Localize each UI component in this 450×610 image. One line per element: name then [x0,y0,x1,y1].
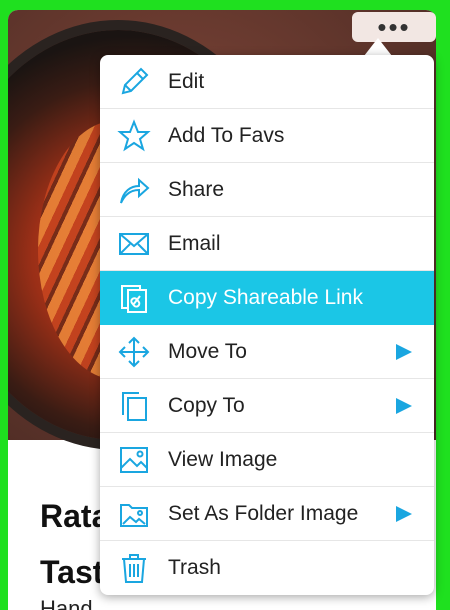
trash-icon [100,551,168,585]
copy-pages-icon [100,389,168,423]
menu-item-label: Set As Folder Image [168,501,359,525]
copy-link-icon [100,281,168,315]
menu-item-edit[interactable]: Edit [100,55,434,109]
submenu-arrow-icon [396,506,412,522]
image-icon [100,443,168,477]
menu-item-add-to-favs[interactable]: Add To Favs [100,109,434,163]
star-icon [100,118,168,153]
menu-item-move-to[interactable]: Move To [100,325,434,379]
menu-item-label: Copy Shareable Link [168,286,363,309]
menu-item-label: Edit [168,69,205,93]
menu-item-label: Share [168,177,225,201]
submenu-arrow-icon [396,398,412,414]
menu-item-email[interactable]: Email [100,217,434,271]
menu-item-label: Move To [168,339,247,363]
context-menu: Edit Add To Favs Share Email Copy Sharea… [100,55,434,595]
menu-item-trash[interactable]: Trash [100,541,434,595]
move-arrows-icon [100,335,168,369]
submenu-arrow-icon [396,344,412,360]
menu-item-label: Trash [168,556,221,579]
folder-image-icon [100,497,168,531]
more-dots-icon: ••• [377,12,411,42]
menu-item-label: View Image [168,447,278,471]
pencil-icon [100,65,168,99]
menu-item-share[interactable]: Share [100,163,434,217]
menu-caret [364,38,392,56]
menu-item-label: Copy To [168,393,245,417]
menu-item-view-image[interactable]: View Image [100,433,434,487]
share-arrow-icon [100,173,168,207]
menu-item-label: Email [168,231,221,255]
menu-item-copy-to[interactable]: Copy To [100,379,434,433]
menu-item-set-as-folder-image[interactable]: Set As Folder Image [100,487,434,541]
menu-item-label: Add To Favs [168,123,285,147]
menu-item-copy-shareable-link[interactable]: Copy Shareable Link [100,271,434,325]
recipe-description: Hand ... .... [40,596,148,610]
envelope-icon [100,227,168,261]
